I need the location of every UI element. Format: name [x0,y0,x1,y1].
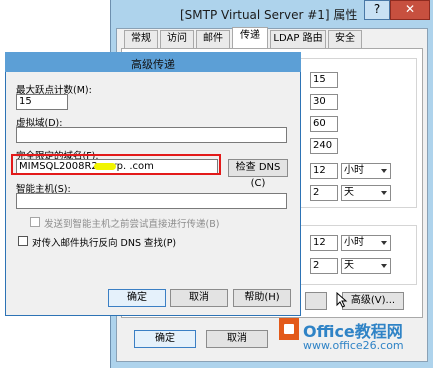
smart-host-input[interactable] [16,193,287,209]
max-hop-count-input[interactable]: 15 [16,94,68,110]
local-delay-notification-unit: 小时 [344,237,364,248]
watermark-url: www.office26.com [303,339,404,352]
tab-security[interactable]: 安全 [328,30,362,48]
outbound-security-button-partial[interactable] [305,292,327,310]
local-delay-notification-input[interactable]: 12 [310,235,338,251]
local-expiration-timeout-input[interactable]: 2 [310,258,338,274]
subsequent-retry-interval-input[interactable]: 240 [310,138,338,154]
tab-messages[interactable]: 邮件 [196,30,230,48]
try-direct-delivery-label: 发送到智能主机之前尝试直接进行传递(B) [44,219,220,230]
local-delay-notification-unit-select[interactable]: 小时 [341,235,391,251]
try-direct-delivery-checkbox[interactable] [30,217,40,227]
tab-general[interactable]: 常规 [124,30,158,48]
advanced-button[interactable]: 高级(V)... [342,292,404,310]
advanced-help-button[interactable]: 帮助(H) [233,289,291,307]
first-retry-interval-input[interactable]: 15 [310,72,338,88]
expiration-timeout-input[interactable]: 2 [310,185,338,201]
delay-notification-unit: 小时 [344,165,364,176]
chevron-down-icon [381,264,387,268]
help-caption-button[interactable]: ? [364,0,390,20]
check-dns-button[interactable]: 检查 DNS (C) [228,159,288,189]
office-logo-inner [284,324,294,334]
advanced-cancel-button[interactable]: 取消 [170,289,228,307]
advanced-dialog-title: 高级传递 [131,58,175,71]
advanced-ok-button[interactable]: 确定 [108,289,166,307]
mouse-cursor-icon [336,292,348,308]
reverse-dns-checkbox[interactable] [18,236,28,246]
reverse-dns-label: 对传入邮件执行反向 DNS 查找(P) [32,238,177,249]
chevron-down-icon [381,169,387,173]
chevron-down-icon [381,191,387,195]
delay-notification-unit-select[interactable]: 小时 [341,163,391,179]
properties-cancel-button[interactable]: 取消 [206,330,268,348]
expiration-timeout-unit-select[interactable]: 天 [341,185,391,201]
chevron-down-icon [381,241,387,245]
second-retry-interval-input[interactable]: 30 [310,94,338,110]
tab-ldap-routing[interactable]: LDAP 路由 [270,30,326,48]
properties-window-title: [SMTP Virtual Server #1] 属性 [180,8,358,22]
third-retry-interval-input[interactable]: 60 [310,116,338,132]
masquerade-domain-input[interactable] [16,127,287,143]
properties-ok-button[interactable]: 确定 [134,330,196,348]
fqdn-highlight-box [11,154,221,175]
local-expiration-timeout-unit-select[interactable]: 天 [341,258,391,274]
close-caption-button[interactable]: ✕ [390,0,430,20]
delay-notification-input[interactable]: 12 [310,163,338,179]
expiration-timeout-unit: 天 [344,187,354,198]
tab-access[interactable]: 访问 [160,30,194,48]
tab-delivery[interactable]: 传递 [232,27,268,49]
local-expiration-timeout-unit: 天 [344,260,354,271]
